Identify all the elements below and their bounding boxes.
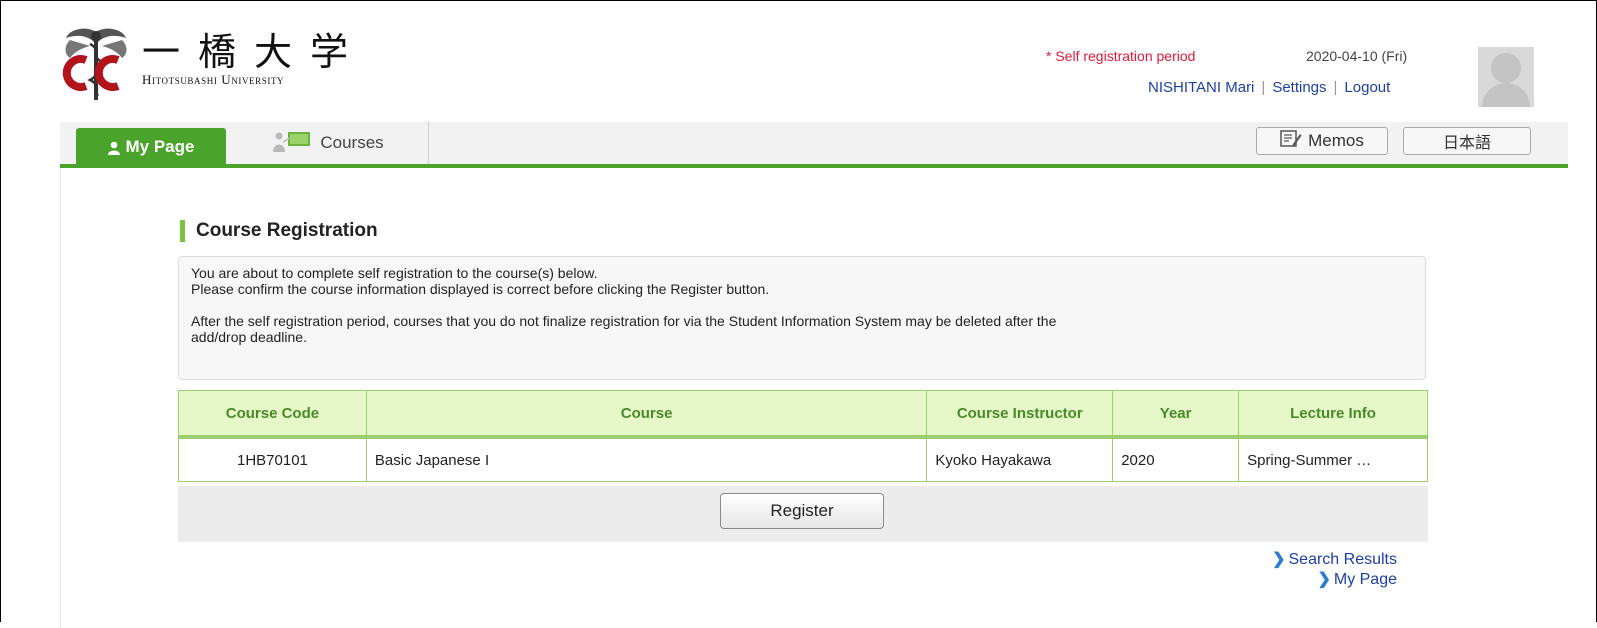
search-results-label: Search Results <box>1288 551 1398 568</box>
tab-courses[interactable]: Courses <box>228 122 429 164</box>
tab-my-page[interactable]: My Page <box>76 128 226 166</box>
column-header: Course Code <box>178 390 367 439</box>
my-page-link[interactable]: ❯ My Page <box>1272 570 1397 590</box>
column-header: Course <box>365 390 928 439</box>
memo-icon <box>1280 129 1302 153</box>
course-code-cell: 1HB70101 <box>178 436 367 482</box>
person-icon <box>107 140 120 155</box>
avatar-head-shape <box>1491 53 1521 83</box>
my-page-label: My Page <box>1333 571 1397 588</box>
chevron-right-icon: ❯ <box>1317 571 1331 588</box>
avatar[interactable] <box>1478 47 1534 107</box>
tab-my-page-label: My Page <box>125 137 195 156</box>
notice-line: Please confirm the course information di… <box>191 281 770 297</box>
table-header-row: Course Code Course Course Instructor Yea… <box>178 390 1428 439</box>
footer-links: ❯ Search Results ❯ My Page <box>1272 550 1397 590</box>
logo-english: Hitotsubashi University <box>142 72 285 87</box>
section-title: Course Registration <box>180 220 378 242</box>
crest-icon <box>60 24 132 104</box>
column-header: Year <box>1112 390 1240 439</box>
main-nav: My Page Courses Memos 日本語 <box>60 122 1568 168</box>
register-button[interactable]: Register <box>720 493 884 529</box>
notice-line: After the self registration period, cour… <box>191 313 1057 329</box>
user-name-link[interactable]: NISHITANI Mari <box>1148 79 1254 96</box>
current-date: 2020-04-10 (Fri) <box>1306 48 1408 64</box>
action-bar: Register <box>178 486 1428 542</box>
tab-courses-label: Courses <box>320 133 384 152</box>
notice-line: You are about to complete self registrat… <box>191 265 598 281</box>
course-name-cell: Basic Japanese I <box>365 436 928 482</box>
separator: | <box>1333 79 1338 96</box>
university-logo[interactable]: 一橋大学 Hitotsubashi University <box>60 24 366 104</box>
chevron-right-icon: ❯ <box>1272 551 1286 568</box>
lecture-info-cell: Spring-Summer … <box>1238 436 1428 482</box>
section-title-bar <box>180 220 185 242</box>
memos-label: Memos <box>1308 131 1364 150</box>
settings-link[interactable]: Settings <box>1272 79 1326 96</box>
logout-link[interactable]: Logout <box>1344 79 1390 96</box>
user-links: NISHITANI Mari | Settings | Logout <box>1148 79 1390 96</box>
notice-line: add/drop deadline. <box>191 329 307 345</box>
courses-icon <box>272 130 312 157</box>
registration-notice: You are about to complete self registrat… <box>178 256 1426 380</box>
separator: | <box>1261 79 1266 96</box>
avatar-body-shape <box>1482 83 1530 107</box>
instructor-cell: Kyoko Hayakawa <box>926 436 1114 482</box>
table-row: 1HB70101 Basic Japanese I Kyoko Hayakawa… <box>178 436 1428 482</box>
search-results-link[interactable]: ❯ Search Results <box>1272 550 1397 570</box>
column-header: Lecture Info <box>1238 390 1428 439</box>
section-title-text: Course Registration <box>196 220 378 241</box>
self-registration-period-notice: * Self registration period <box>1046 48 1196 64</box>
year-cell: 2020 <box>1112 436 1240 482</box>
memos-button[interactable]: Memos <box>1256 127 1388 155</box>
logo-kanji: 一橋大学 <box>142 30 367 74</box>
language-button[interactable]: 日本語 <box>1403 127 1531 155</box>
course-table: Course Code Course Course Instructor Yea… <box>178 390 1428 482</box>
column-header: Course Instructor <box>926 390 1114 439</box>
